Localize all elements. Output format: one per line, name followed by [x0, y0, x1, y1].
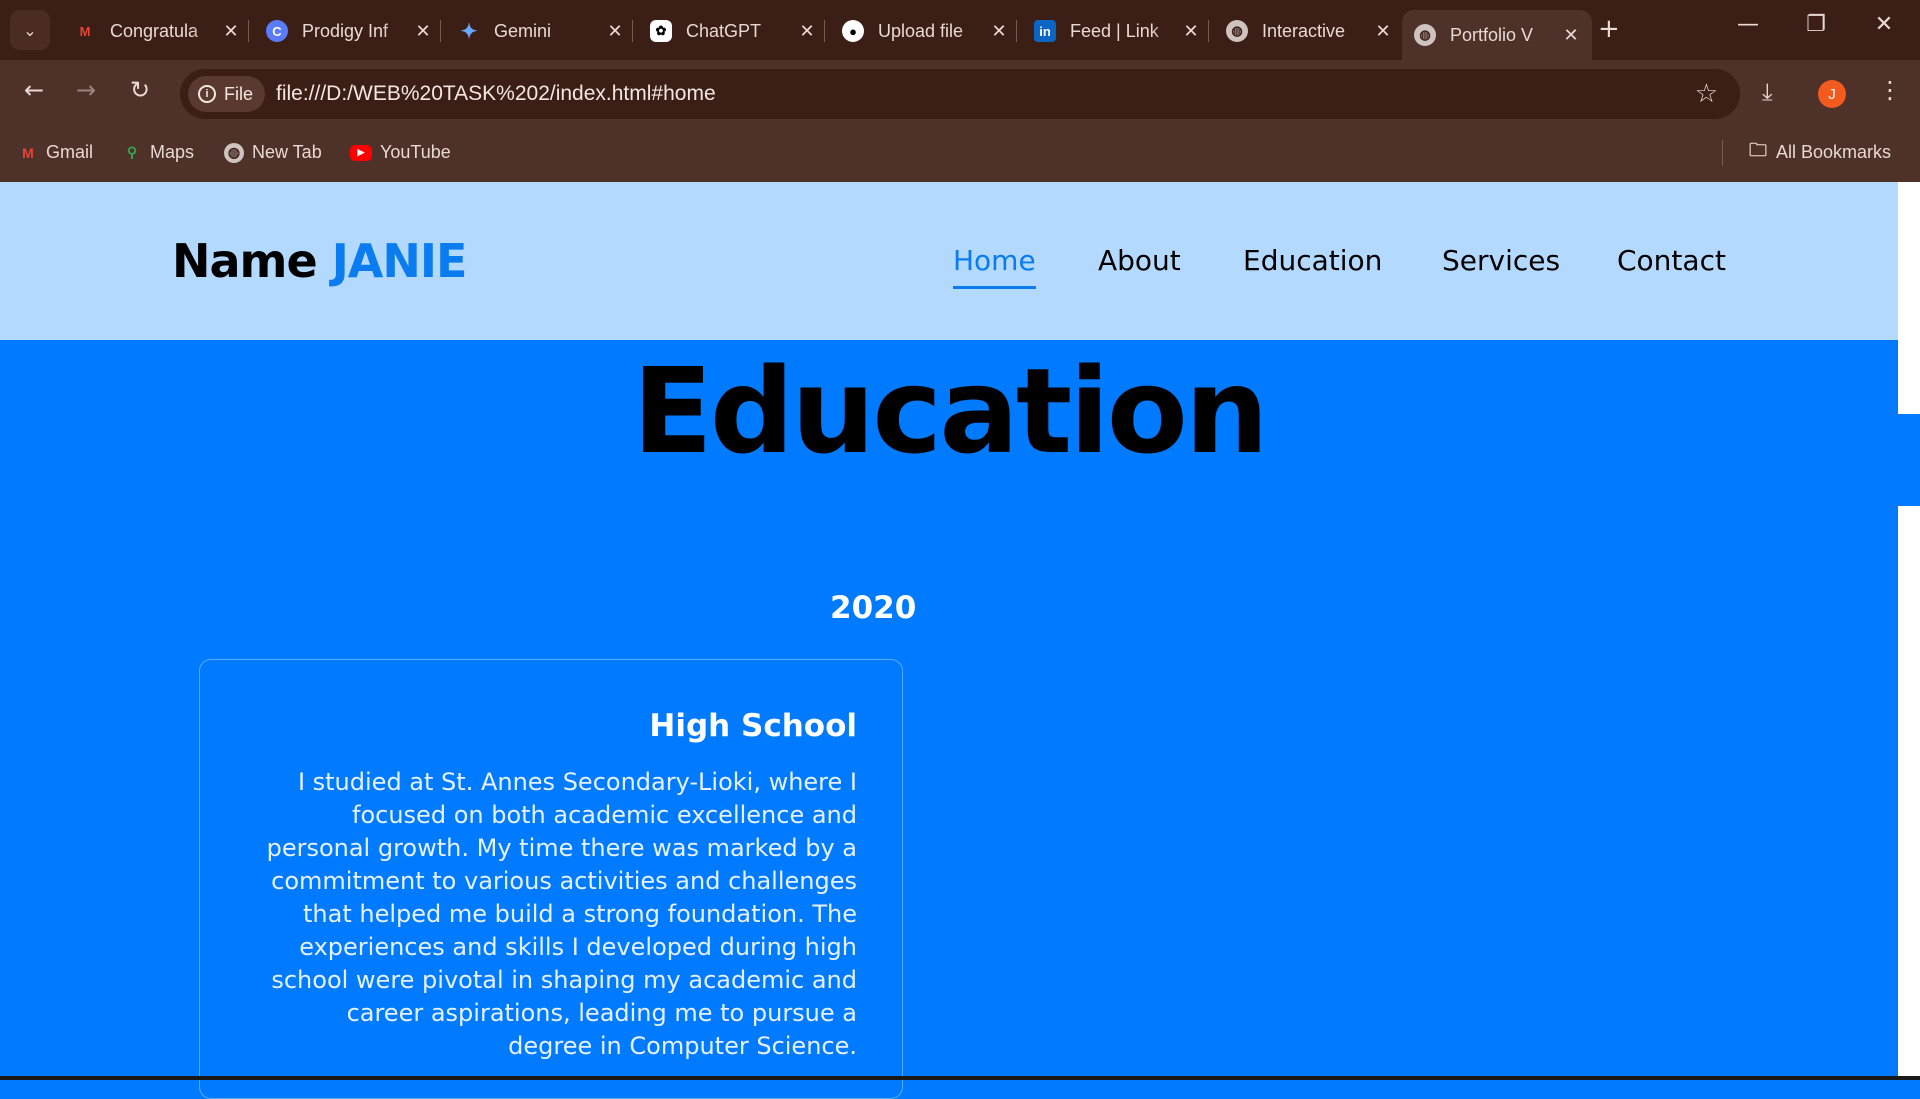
- tab-linkedin[interactable]: in Feed | Link ✕: [1022, 10, 1212, 52]
- tab-search-chevron-icon[interactable]: ⌄: [10, 10, 50, 50]
- nav-home[interactable]: Home: [953, 244, 1036, 289]
- tab-interactive[interactable]: ◍ Interactive ✕: [1214, 10, 1404, 52]
- info-icon: i: [198, 85, 216, 103]
- menu-kebab-icon[interactable]: ⋮: [1878, 76, 1902, 104]
- globe-icon: ◍: [1226, 20, 1248, 42]
- tab-chatgpt[interactable]: ✿ ChatGPT ✕: [638, 10, 828, 52]
- minimize-icon[interactable]: —: [1728, 12, 1768, 37]
- site-info-label: File: [224, 83, 254, 104]
- address-bar[interactable]: i File file:///D:/WEB%20TASK%202/index.h…: [180, 69, 1740, 119]
- education-card: High School I studied at St. Annes Secon…: [199, 659, 903, 1099]
- bookmark-label: Gmail: [46, 142, 94, 162]
- tab-title: Prodigy Inf: [302, 20, 389, 41]
- folder-icon: 🗀: [1749, 139, 1767, 160]
- bookmarks-bar: M Gmail ⚲ Maps ◍ New Tab ▶ YouTube 🗀 All…: [0, 128, 1920, 183]
- back-arrow-icon[interactable]: ←: [16, 76, 52, 104]
- all-bookmarks[interactable]: 🗀 All Bookmarks: [1748, 139, 1892, 163]
- tab-title: Interactive: [1262, 20, 1346, 41]
- site-header: Name JANIE Home About Education Services…: [0, 182, 1898, 340]
- tab-github[interactable]: ● Upload file ✕: [830, 10, 1020, 52]
- bookmark-new-tab[interactable]: ◍ New Tab: [224, 142, 322, 163]
- close-tab-icon[interactable]: ✕: [1558, 25, 1584, 46]
- bookmark-label: YouTube: [380, 142, 451, 162]
- nav-about[interactable]: About: [1098, 244, 1181, 277]
- education-section-title: Education: [632, 342, 1269, 480]
- maps-pin-icon: ⚲: [126, 144, 138, 160]
- tab-prodigy[interactable]: C Prodigy Inf ✕: [254, 10, 444, 52]
- forward-arrow-icon[interactable]: →: [68, 76, 104, 104]
- close-tab-icon[interactable]: ✕: [1178, 21, 1204, 42]
- page-scrollbar[interactable]: [1898, 182, 1920, 1080]
- bookmark-label: Maps: [150, 142, 195, 162]
- bookmark-maps[interactable]: ⚲ Maps: [122, 142, 194, 163]
- nav-contact[interactable]: Contact: [1617, 244, 1726, 277]
- tab-gemini[interactable]: ✦ Gemini ✕: [446, 10, 636, 52]
- education-card-title: High School: [649, 708, 857, 744]
- close-tab-icon[interactable]: ✕: [218, 21, 244, 42]
- tab-divider: [248, 20, 249, 42]
- reload-icon[interactable]: ↻: [122, 76, 158, 104]
- tab-title: Feed | Link: [1070, 20, 1159, 41]
- prodigy-icon: C: [266, 20, 288, 42]
- browser-toolbar: ← → ↻ i File file:///D:/WEB%20TASK%202/i…: [0, 60, 1920, 128]
- logo-prefix: Name: [172, 234, 318, 288]
- tab-divider: [440, 20, 441, 42]
- all-bookmarks-label: All Bookmarks: [1776, 142, 1892, 162]
- tab-divider: [824, 20, 825, 42]
- tab-title: Congratula: [110, 20, 199, 41]
- tab-divider: [1208, 20, 1209, 42]
- site-logo[interactable]: Name JANIE: [172, 234, 468, 288]
- bookmark-star-icon[interactable]: ☆: [1695, 79, 1718, 109]
- close-tab-icon[interactable]: ✕: [1370, 21, 1396, 42]
- youtube-icon: ▶: [350, 144, 372, 161]
- profile-avatar[interactable]: J: [1818, 80, 1846, 108]
- globe-icon: ◍: [1414, 24, 1436, 46]
- url-text[interactable]: file:///D:/WEB%20TASK%202/index.html#hom…: [276, 82, 716, 106]
- linkedin-icon: in: [1034, 20, 1056, 42]
- github-icon: ●: [842, 20, 864, 42]
- scrollbar-thumb[interactable]: [1898, 414, 1920, 506]
- chatgpt-icon: ✿: [650, 20, 672, 42]
- tab-title: ChatGPT: [686, 20, 762, 41]
- close-tab-icon[interactable]: ✕: [602, 21, 628, 42]
- tab-portfolio-active[interactable]: ◍ Portfolio V ✕: [1402, 10, 1592, 60]
- tab-title: Upload file: [878, 20, 964, 41]
- tab-divider: [1016, 20, 1017, 42]
- bookmarks-divider: [1722, 140, 1723, 166]
- close-tab-icon[interactable]: ✕: [410, 21, 436, 42]
- nav-education[interactable]: Education: [1243, 244, 1382, 277]
- tab-gmail[interactable]: M Congratula ✕: [62, 10, 252, 52]
- timeline-year: 2020: [830, 590, 917, 626]
- bookmark-gmail[interactable]: M Gmail: [18, 142, 93, 163]
- tab-title: Gemini: [494, 20, 552, 41]
- bookmark-youtube[interactable]: ▶ YouTube: [350, 142, 451, 163]
- globe-icon: ◍: [224, 142, 244, 163]
- bookmark-label: New Tab: [252, 142, 322, 162]
- browser-tab-bar: ⌄ M Congratula ✕ C Prodigy Inf ✕ ✦ Gemin…: [0, 0, 1920, 60]
- new-tab-plus-icon[interactable]: +: [1598, 14, 1620, 44]
- taskbar-edge: [0, 1076, 1920, 1080]
- restore-icon[interactable]: ❐: [1796, 12, 1836, 37]
- close-tab-icon[interactable]: ✕: [794, 21, 820, 42]
- tab-title: Portfolio V: [1450, 24, 1534, 45]
- gmail-icon: M: [79, 23, 91, 39]
- site-info-chip[interactable]: i File: [188, 76, 266, 112]
- education-card-text: I studied at St. Annes Secondary-Lioki, …: [266, 768, 857, 1060]
- nav-services[interactable]: Services: [1442, 244, 1560, 277]
- close-tab-icon[interactable]: ✕: [986, 21, 1012, 42]
- tab-divider: [632, 20, 633, 42]
- logo-name: JANIE: [331, 234, 468, 288]
- close-window-icon[interactable]: ✕: [1864, 12, 1904, 37]
- download-icon[interactable]: ⤓: [1762, 78, 1773, 106]
- gemini-icon: ✦: [460, 20, 478, 43]
- gmail-icon: M: [22, 144, 34, 161]
